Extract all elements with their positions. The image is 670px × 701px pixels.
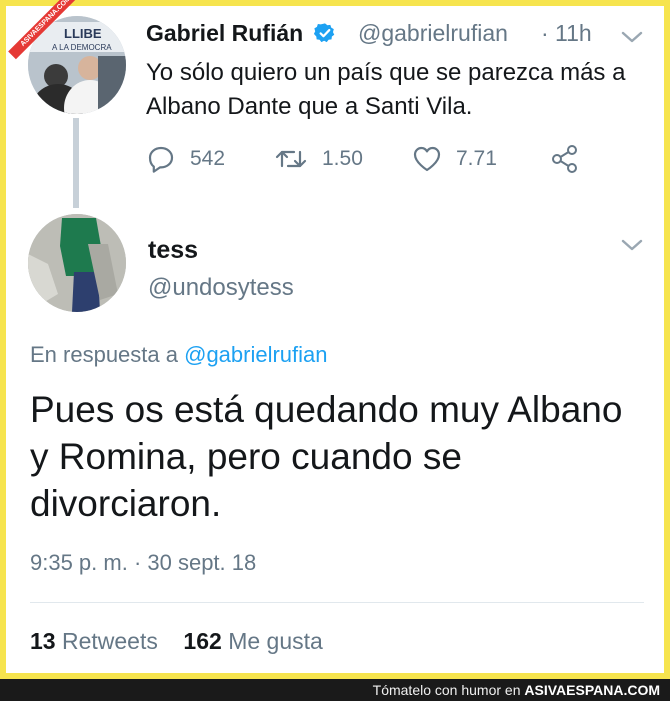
retweets-label: Retweets [61,628,158,654]
retweets-stat[interactable]: 13 Retweets [30,628,158,654]
retweet-button[interactable]: 1.50 [274,142,363,176]
avatar-photo [28,214,126,312]
reply-button[interactable]: 542 [146,142,225,176]
thread-connector [73,118,79,208]
verified-badge-icon [313,22,336,50]
reply-prefix: En respuesta a [30,342,178,367]
engagement-stats: 13 Retweets 162 Me gusta [30,628,323,655]
author-handle[interactable]: @gabrielrufian [358,20,508,47]
tweet-card: LLIBE A LA DEMOCRA ASIVAESPANA.COM Gabri… [6,0,664,673]
reply-mention-link[interactable]: @gabrielrufian [184,342,327,367]
retweet-count: 1.50 [322,147,363,170]
heart-icon [413,146,441,172]
reply-context: En respuesta a @gabrielrufian [30,342,328,368]
chevron-down-icon[interactable] [621,238,643,252]
likes-stat[interactable]: 162 Me gusta [183,628,322,654]
footer-text: Tómatelo con humor en [372,682,521,698]
reply-author-name[interactable]: tess [148,236,198,265]
footer-site[interactable]: ASIVAESPANA.COM [524,682,660,698]
like-button[interactable]: 7.71 [412,142,497,176]
likes-label: Me gusta [228,628,323,654]
share-button[interactable] [550,142,594,176]
likes-count: 162 [183,628,222,654]
tweet-text: Yo sólo quiero un país que se parezca má… [146,59,626,120]
author-name[interactable]: Gabriel Rufián [146,20,336,50]
tweet-time[interactable]: · 11h [541,20,592,47]
tweet-actions: 542 1.50 7.71 [146,142,646,176]
reply-count: 542 [190,147,226,170]
author-name-text: Gabriel Rufián [146,20,304,46]
reply-icon [148,146,174,173]
avatar-tess[interactable] [28,214,126,312]
share-icon [552,145,577,173]
retweets-count: 13 [30,628,56,654]
retweet-icon [275,150,307,168]
reply-timestamp[interactable]: 9:35 p. m. · 30 sept. 18 [30,550,256,576]
watermark-footer: Tómatelo con humor en ASIVAESPANA.COM [0,679,670,701]
like-count: 7.71 [456,147,497,170]
divider [30,602,644,603]
svg-text:LLIBE: LLIBE [64,26,102,41]
svg-text:A LA DEMOCRA: A LA DEMOCRA [52,43,112,52]
reply-tweet-text: Pues os está quedando muy Albano y Romin… [30,389,623,524]
reply-author-handle[interactable]: @undosytess [148,274,294,302]
chevron-down-icon[interactable] [621,30,643,44]
